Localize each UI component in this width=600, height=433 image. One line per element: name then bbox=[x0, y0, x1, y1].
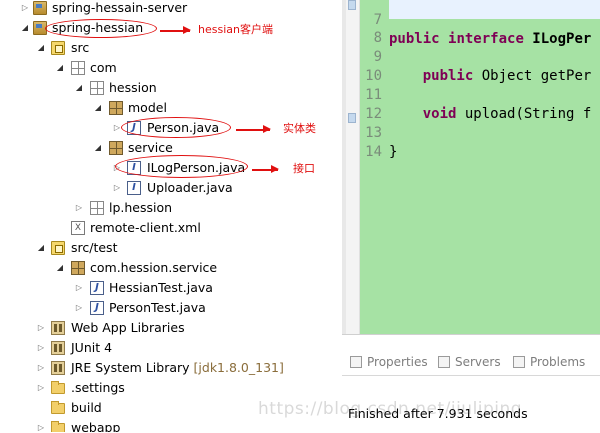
tree-item-label: spring-hessain-server bbox=[52, 0, 188, 15]
tab-problems[interactable]: Problems bbox=[513, 349, 585, 375]
tree-item-label: src bbox=[71, 40, 90, 55]
code-line[interactable]: 14 bbox=[360, 124, 600, 160]
tab-label: Servers bbox=[455, 355, 501, 369]
annotation-arrow-icon bbox=[252, 166, 279, 172]
annotation-oval-ilogperson bbox=[115, 155, 248, 178]
collapse-arrow-icon[interactable]: ◢ bbox=[74, 78, 84, 98]
java-class-icon: J bbox=[90, 301, 104, 315]
view-tab-bar: Properties Servers Problems bbox=[342, 349, 600, 376]
collapse-arrow-icon[interactable]: ◢ bbox=[20, 18, 30, 38]
java-class-icon: J bbox=[90, 281, 104, 295]
expand-arrow-icon[interactable]: ▷ bbox=[36, 338, 46, 358]
collapse-arrow-icon[interactable]: ◢ bbox=[36, 238, 46, 258]
annotation-interface-label: 接口 bbox=[293, 162, 315, 175]
tab-label: Problems bbox=[530, 355, 586, 369]
expand-arrow-icon[interactable]: ▷ bbox=[36, 318, 46, 338]
annotation-arrow-icon bbox=[236, 126, 271, 132]
collapse-arrow-icon[interactable]: ◢ bbox=[93, 138, 103, 158]
tree-item-label: model bbox=[128, 100, 167, 115]
ruler-marker-icon[interactable] bbox=[348, 113, 356, 123]
tree-item-label: HessianTest.java bbox=[109, 280, 213, 295]
annotation-oval-project bbox=[45, 19, 157, 38]
project-icon bbox=[33, 1, 47, 15]
xml-file-icon: X bbox=[71, 221, 85, 235]
tab-servers[interactable]: Servers bbox=[438, 349, 501, 375]
tree-item-label: remote-client.xml bbox=[90, 220, 201, 235]
tab-label: Properties bbox=[367, 355, 428, 369]
code-line[interactable]: 13 } bbox=[360, 105, 600, 160]
ruler-marker-icon[interactable] bbox=[348, 0, 356, 10]
collapse-arrow-icon[interactable]: ◢ bbox=[36, 38, 46, 58]
tree-item-label: .settings bbox=[71, 380, 125, 395]
watermark: https://blog.csdn.net/jiuliping bbox=[258, 399, 523, 419]
expand-arrow-icon[interactable]: ▷ bbox=[112, 178, 122, 198]
properties-icon bbox=[350, 356, 362, 368]
library-icon bbox=[51, 321, 65, 335]
code-line[interactable]: 11 void upload(String f bbox=[360, 67, 600, 122]
jdk-version-decoration: [jdk1.8.0_131] bbox=[193, 360, 284, 375]
expand-arrow-icon[interactable]: ▷ bbox=[74, 278, 84, 298]
code-editor[interactable]: 7 public interface ILogPer 8 9 public Ob… bbox=[360, 0, 600, 334]
source-folder-icon bbox=[51, 241, 65, 255]
tree-item-label: Web App Libraries bbox=[71, 320, 185, 335]
collapse-arrow-icon[interactable]: ◢ bbox=[93, 98, 103, 118]
expand-arrow-icon[interactable]: ▷ bbox=[36, 358, 46, 378]
tree-item-label: JUnit 4 bbox=[71, 340, 113, 355]
tree-item-label: src/test bbox=[71, 240, 118, 255]
package-icon bbox=[90, 201, 104, 215]
expand-arrow-icon[interactable]: ▷ bbox=[36, 418, 46, 432]
expand-arrow-icon[interactable]: ▷ bbox=[74, 298, 84, 318]
code-line[interactable]: 8 bbox=[360, 10, 600, 46]
library-icon bbox=[51, 361, 65, 375]
code-line[interactable]: 12 bbox=[360, 86, 600, 122]
project-explorer: ▷ spring-hessain-server ◢ spring-hessian… bbox=[0, 0, 342, 432]
package-icon bbox=[109, 141, 123, 155]
package-icon bbox=[109, 101, 123, 115]
tree-item-label: com bbox=[90, 60, 117, 75]
folder-icon bbox=[51, 421, 65, 432]
tree-item-label: webapp bbox=[71, 420, 121, 432]
annotation-arrow-icon bbox=[160, 27, 191, 33]
tree-item-label: com.hession.service bbox=[90, 260, 218, 275]
folder-icon bbox=[51, 401, 65, 414]
tree-item-label-group: JRE System Library [jdk1.8.0_131] bbox=[71, 358, 284, 378]
folder-icon bbox=[51, 381, 65, 394]
tree-item-label: PersonTest.java bbox=[109, 300, 206, 315]
editor-overview-ruler[interactable] bbox=[346, 0, 360, 334]
code-line[interactable]: 9 public Object getPer bbox=[360, 29, 600, 84]
package-icon bbox=[71, 261, 85, 275]
collapse-arrow-icon[interactable]: ◢ bbox=[55, 58, 65, 78]
annotation-client-label: hessian客户端 bbox=[198, 23, 273, 36]
expand-arrow-icon[interactable]: ▷ bbox=[36, 378, 46, 398]
package-icon bbox=[90, 81, 104, 95]
tree-item-label: build bbox=[71, 400, 102, 415]
tree-item-label: JRE System Library bbox=[71, 360, 190, 375]
annotation-entity-label: 实体类 bbox=[283, 122, 316, 135]
line-number: 14 bbox=[365, 144, 382, 160]
tree-item-label: Uploader.java bbox=[147, 180, 233, 195]
java-interface-icon: I bbox=[127, 181, 141, 195]
annotation-oval-person bbox=[121, 117, 231, 138]
tree-item-label: hession bbox=[109, 80, 157, 95]
expand-arrow-icon[interactable]: ▷ bbox=[20, 0, 30, 18]
source-folder-icon bbox=[51, 41, 65, 55]
servers-icon bbox=[438, 356, 450, 368]
tree-item-label: lp.hession bbox=[109, 200, 173, 215]
tab-properties[interactable]: Properties bbox=[350, 349, 428, 375]
expand-arrow-icon[interactable]: ▷ bbox=[74, 198, 84, 218]
library-icon bbox=[51, 341, 65, 355]
problems-icon bbox=[513, 356, 525, 368]
package-icon bbox=[71, 61, 85, 75]
code-line[interactable]: 10 bbox=[360, 48, 600, 84]
collapse-arrow-icon[interactable]: ◢ bbox=[55, 258, 65, 278]
